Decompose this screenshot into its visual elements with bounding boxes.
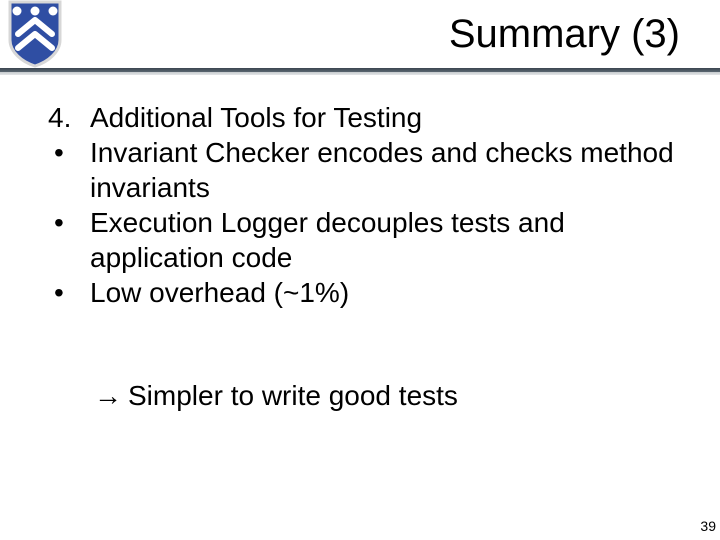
bullet-row: • Invariant Checker encodes and checks m… [48,135,678,205]
header-rule-light [0,72,720,75]
bullet-text: Low overhead (~1%) [90,275,678,310]
conclusion-line: → Simpler to write good tests [94,380,458,412]
bullet-text: Execution Logger decouples tests and app… [90,205,678,275]
shield-logo-icon [6,0,64,68]
bullet-glyph: • [48,135,90,170]
bullet-glyph: • [48,205,90,240]
bullet-row: • Low overhead (~1%) [48,275,678,310]
section-heading-text: Additional Tools for Testing [90,100,678,135]
page-number: 39 [700,518,716,534]
bullet-glyph: • [48,275,90,310]
bullet-text: Invariant Checker encodes and checks met… [90,135,678,205]
conclusion-text: Simpler to write good tests [128,380,458,412]
section-heading-row: 4. Additional Tools for Testing [48,100,678,135]
slide: Summary (3) 4. Additional Tools for Test… [0,0,720,540]
slide-title: Summary (3) [449,12,680,57]
section-number: 4. [48,100,90,135]
content-area: 4. Additional Tools for Testing • Invari… [48,100,678,310]
bullet-row: • Execution Logger decouples tests and a… [48,205,678,275]
arrow-icon: → [94,380,122,412]
header: Summary (3) [0,0,720,72]
